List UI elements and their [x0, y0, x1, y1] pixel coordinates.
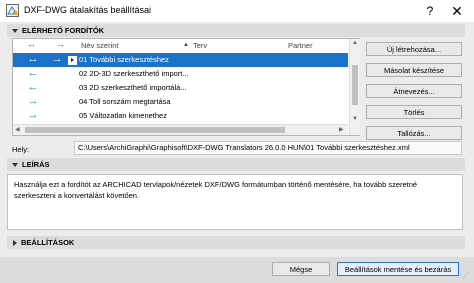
settings-title: BEÁLLÍTÁSOK: [21, 238, 75, 247]
column-status[interactable]: Terv: [193, 41, 207, 50]
translator-name: 05 Változatlan kimenethez: [79, 111, 167, 120]
direction-arrow-icon: ←: [27, 81, 39, 93]
resize-grip-icon[interactable]: ⋰: [462, 272, 469, 280]
collapse-triangle-icon: [12, 29, 18, 34]
help-button[interactable]: ?: [420, 2, 440, 20]
translator-row[interactable]: ← 03 2D szerkeszthető importálá...: [13, 81, 348, 95]
window-title: DXF-DWG átalakítás beállításai: [24, 5, 152, 15]
translator-row[interactable]: → 04 Toll sorszám megtartása: [13, 95, 348, 109]
vertical-scroll-thumb[interactable]: [352, 65, 358, 105]
expand-triangle-icon: [13, 240, 17, 247]
translator-row[interactable]: ← 02 2D-3D szerkeszthető import...: [13, 67, 348, 81]
new-translator-button[interactable]: Új létrehozása...: [366, 42, 462, 56]
play-icon: [67, 55, 78, 66]
description-text: Használja ezt a fordítót az ARCHICAD ter…: [7, 174, 463, 230]
direction-arrow-icon: ←: [27, 67, 39, 79]
available-translators-title: ELÉRHETŐ FORDÍTÓK: [22, 26, 105, 35]
close-button[interactable]: ✕: [446, 2, 468, 20]
duplicate-button[interactable]: Másolat készítése: [366, 63, 462, 77]
translator-row[interactable]: ↔ → 01 További szerkesztéshez: [13, 53, 348, 67]
direction-arrow-icon: ↔: [27, 53, 39, 65]
direction-arrow-icon: →: [27, 95, 39, 107]
location-label: Hely:: [12, 145, 30, 154]
available-translators-header[interactable]: ELÉRHETŐ FORDÍTÓK: [7, 24, 465, 37]
translator-name: 03 2D szerkeszthető importálá...: [79, 83, 187, 92]
horizontal-scroll-thumb[interactable]: [25, 127, 285, 133]
list-horizontal-scrollbar[interactable]: ◀ ▶: [13, 124, 348, 135]
browse-button[interactable]: Tallózás...: [366, 126, 462, 140]
rename-button[interactable]: Átnevezés...: [366, 84, 462, 98]
translator-name: 01 További szerkesztéshez: [79, 55, 169, 64]
arrow-column-icon[interactable]: →: [56, 39, 65, 49]
collapse-triangle-icon: [12, 163, 18, 168]
translator-row[interactable]: → 05 Változatlan kimenethez: [13, 109, 348, 123]
direction-arrow-icon: →: [27, 109, 39, 121]
settings-header[interactable]: BEÁLLÍTÁSOK: [7, 236, 465, 249]
save-and-close-button[interactable]: Beállítások mentése és bezárás: [337, 262, 459, 276]
cancel-button[interactable]: Mégse: [272, 262, 330, 276]
description-title: LEÍRÁS: [22, 160, 50, 169]
list-vertical-scrollbar[interactable]: ▲ ▼: [349, 39, 360, 135]
translator-name: 04 Toll sorszám megtartása: [79, 97, 171, 106]
location-path-field: C:\Users\ArchiGraphi\Graphisoft\DXF-DWG …: [74, 141, 462, 155]
description-header[interactable]: LEÍRÁS: [7, 158, 465, 171]
export-arrow-icon: →: [51, 53, 63, 65]
translator-name: 02 2D-3D szerkeszthető import...: [79, 69, 189, 78]
delete-button[interactable]: Törlés: [366, 105, 462, 119]
direction-column-icon[interactable]: ↔: [27, 39, 36, 49]
column-name[interactable]: Név szerint: [81, 41, 119, 50]
column-partner[interactable]: Partner: [288, 41, 313, 50]
list-header: ↔ → Név szerint ▲ Terv Partner: [13, 39, 359, 52]
translator-list[interactable]: ↔ → Név szerint ▲ Terv Partner ↔ → 01 Tová…: [12, 38, 360, 136]
sort-ascending-icon: ▲: [183, 42, 189, 48]
dxf-dwg-app-icon: [6, 4, 19, 17]
